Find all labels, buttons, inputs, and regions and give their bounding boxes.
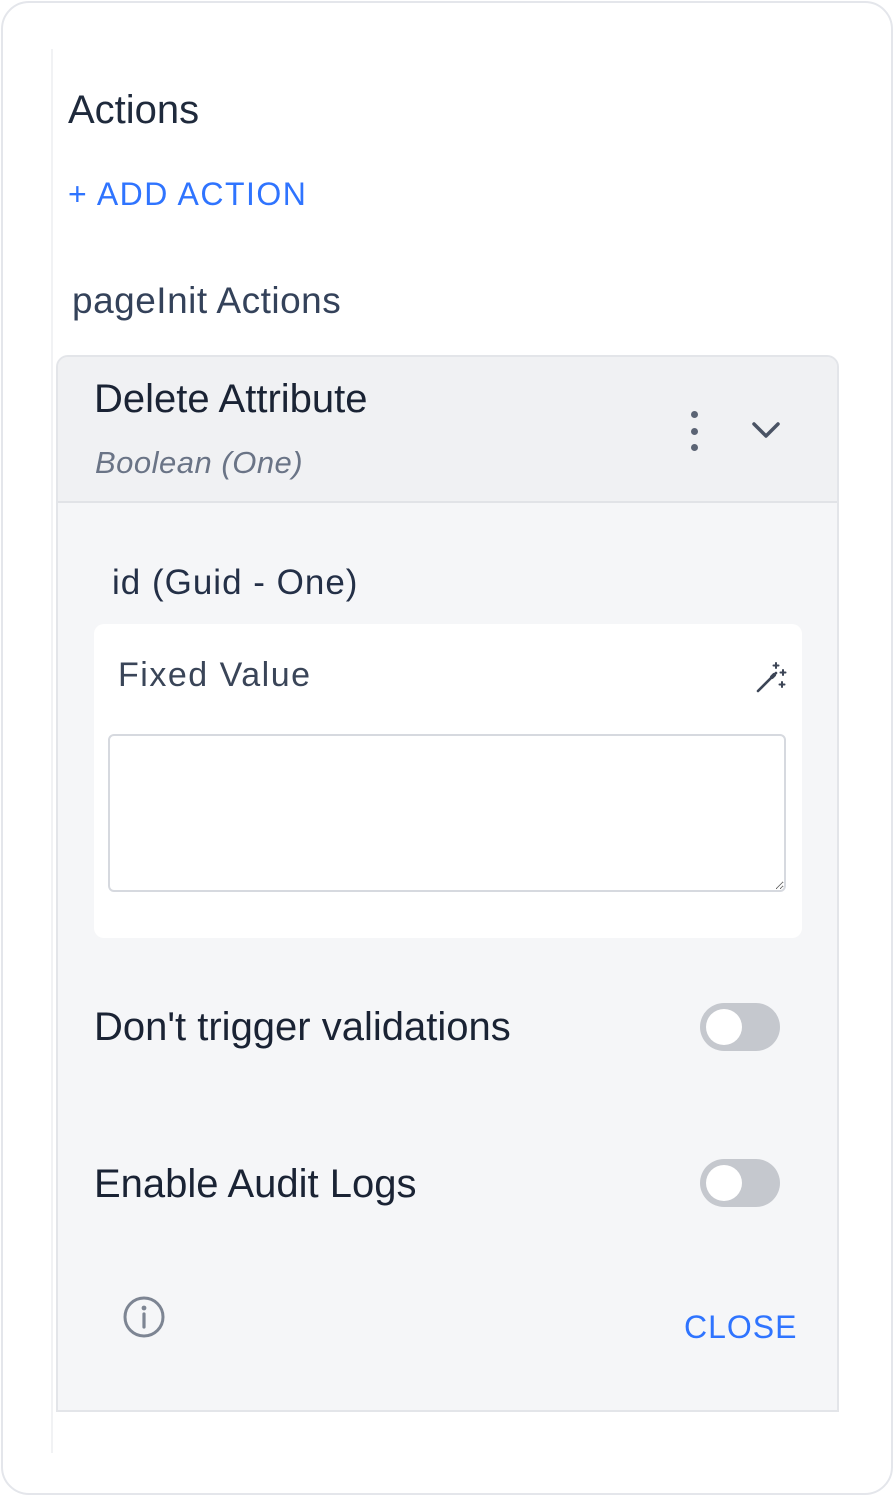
parameter-value-box: Fixed Value <box>94 624 802 938</box>
action-name: Delete Attribute <box>94 377 368 421</box>
info-icon[interactable] <box>122 1295 166 1339</box>
toggle-knob <box>706 1009 742 1045</box>
toggle-knob <box>706 1165 742 1201</box>
action-group-title: pageInit Actions <box>72 280 342 321</box>
dont-trigger-validations-toggle[interactable] <box>700 1003 780 1051</box>
action-return-type: Boolean (One) <box>95 445 304 480</box>
parameter-label: id (Guid - One) <box>112 563 359 602</box>
fixed-value-label: Fixed Value <box>118 656 312 694</box>
chevron-down-icon[interactable] <box>748 415 784 445</box>
magic-wand-icon[interactable] <box>752 660 788 696</box>
close-button[interactable]: CLOSE <box>684 1309 797 1346</box>
enable-audit-logs-toggle[interactable] <box>700 1159 780 1207</box>
action-card-header[interactable]: Delete Attribute Boolean (One) <box>58 357 837 503</box>
fixed-value-input[interactable] <box>108 734 786 892</box>
enable-audit-logs-label: Enable Audit Logs <box>94 1162 417 1206</box>
dont-trigger-validations-label: Don't trigger validations <box>94 1005 511 1049</box>
add-action-button[interactable]: + ADD ACTION <box>68 176 307 213</box>
actions-section-title: Actions <box>68 88 200 132</box>
action-card: Delete Attribute Boolean (One) id (Guid … <box>56 355 839 1412</box>
kebab-menu-icon[interactable] <box>682 411 706 451</box>
